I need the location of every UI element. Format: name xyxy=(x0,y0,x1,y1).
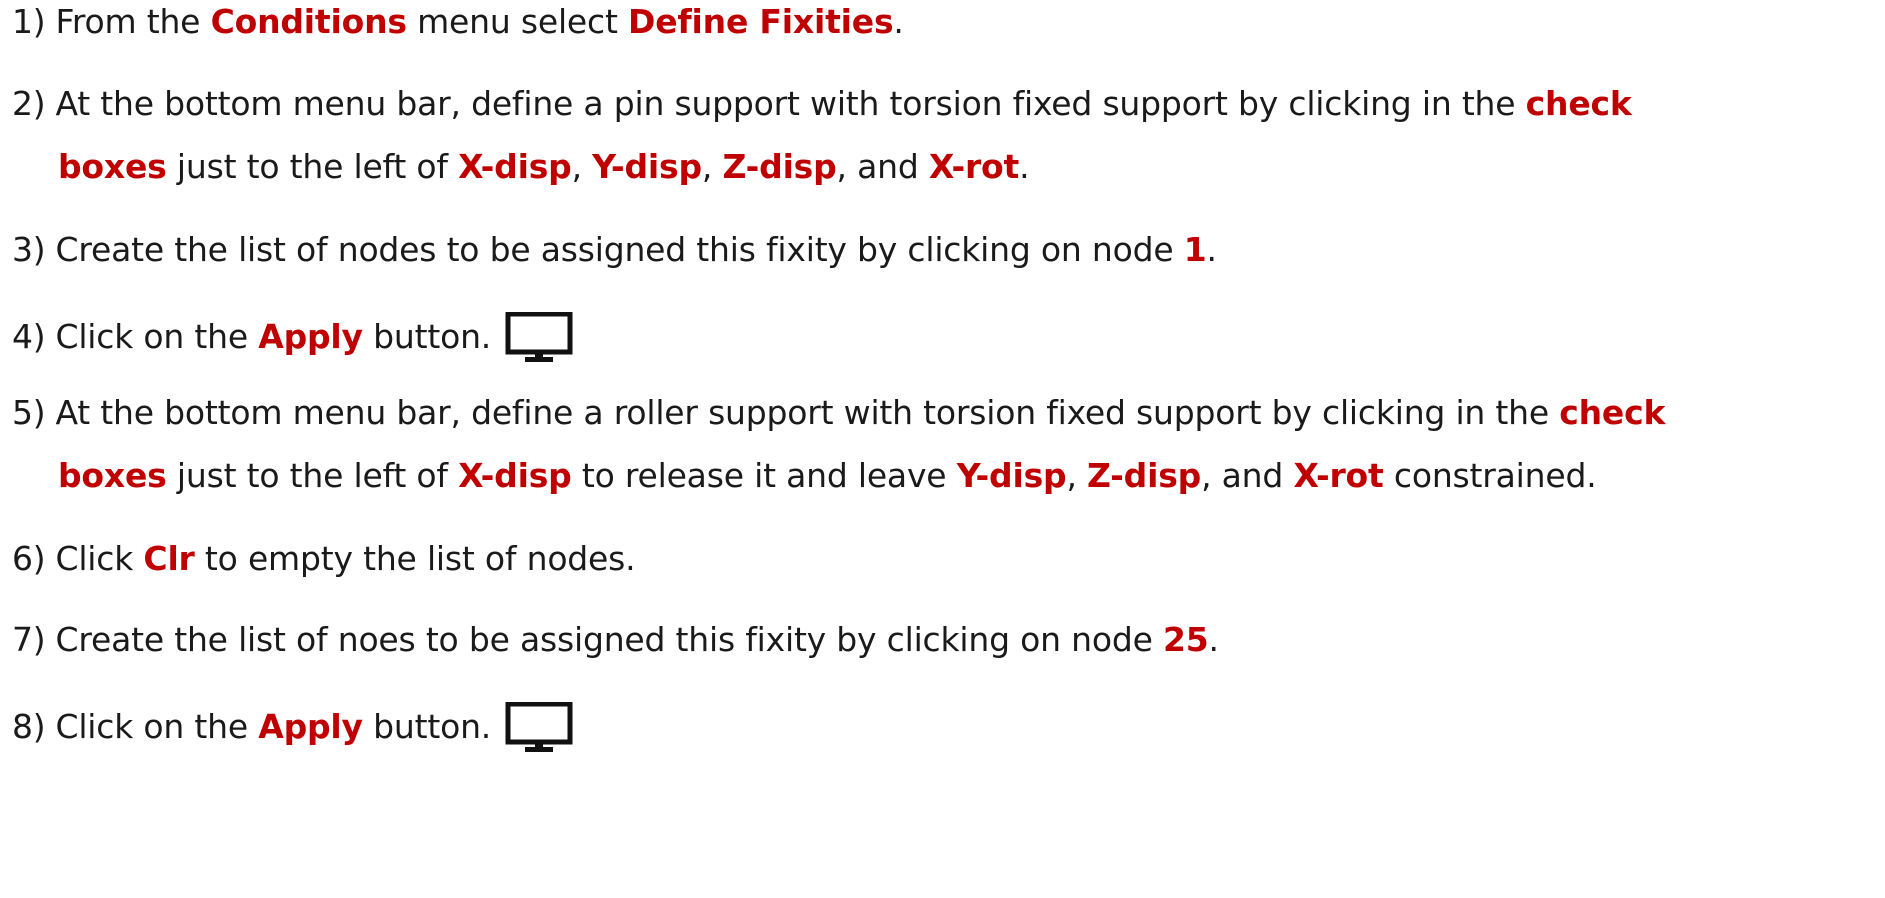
highlighted-term: check xyxy=(1559,393,1666,432)
highlighted-term: X-rot xyxy=(1293,456,1384,495)
instruction-step: 5) At the bottom menu bar, define a rolle… xyxy=(12,393,1665,433)
instruction-text: , and xyxy=(836,147,929,186)
step-number: 3) xyxy=(12,230,46,269)
instruction-text: button. xyxy=(362,317,492,356)
highlighted-term: X-disp xyxy=(458,456,572,495)
highlighted-term: boxes xyxy=(58,147,167,186)
instruction-text: Create the list of nodes to be assigned … xyxy=(55,230,1184,269)
instruction-step: 6) Click Clr to empty the list of nodes. xyxy=(12,539,636,579)
instruction-step: 3) Create the list of nodes to be assigne… xyxy=(12,230,1217,270)
instruction-text: just to the left of xyxy=(166,456,459,495)
highlighted-term: 1 xyxy=(1183,230,1207,269)
step-number: 4) xyxy=(12,317,46,356)
highlighted-term: Apply xyxy=(258,707,363,746)
highlighted-term: Z-disp xyxy=(1087,456,1202,495)
instruction-text: Click on the xyxy=(55,317,259,356)
instruction-text: Create the list of noes to be assigned t… xyxy=(55,620,1163,659)
instruction-text: At the bottom menu bar, define a pin sup… xyxy=(55,84,1526,123)
highlighted-term: Define Fixities xyxy=(628,2,894,41)
instruction-text: . xyxy=(893,2,904,41)
step-number: 5) xyxy=(12,393,46,432)
highlighted-term: Clr xyxy=(143,539,195,578)
highlighted-term: Apply xyxy=(258,317,363,356)
step-number: 2) xyxy=(12,84,46,123)
instruction-text: Click on the xyxy=(55,707,259,746)
highlighted-term: X-disp xyxy=(458,147,572,186)
instruction-text: menu select xyxy=(406,2,629,41)
monitor-icon xyxy=(505,702,573,752)
highlighted-term: X-rot xyxy=(928,147,1020,186)
instruction-step: 7) Create the list of noes to be assigned… xyxy=(12,620,1219,660)
monitor-icon xyxy=(505,312,573,362)
step-number: 6) xyxy=(12,539,46,578)
instruction-step: 4) Click on the Apply button. xyxy=(12,312,573,362)
highlighted-term: Z-disp xyxy=(722,147,837,186)
instruction-text: to release it and leave xyxy=(571,456,957,495)
instruction-text: . xyxy=(1206,230,1217,269)
instruction-step: 2) At the bottom menu bar, define a pin s… xyxy=(12,84,1632,124)
instruction-text: . xyxy=(1019,147,1030,186)
instruction-text: button. xyxy=(362,707,492,746)
instruction-text: Click xyxy=(55,539,144,578)
instruction-step-continuation: boxes just to the left of X-disp, Y-disp… xyxy=(58,147,1030,187)
instruction-text: . xyxy=(1208,620,1220,659)
instruction-step: 8) Click on the Apply button. xyxy=(12,702,573,752)
instruction-text: From the xyxy=(55,2,211,41)
instruction-step-continuation: boxes just to the left of X-disp to rele… xyxy=(58,456,1597,496)
instruction-text: , xyxy=(701,147,723,186)
highlighted-term: 25 xyxy=(1162,620,1209,659)
instruction-text: , xyxy=(1066,456,1088,495)
highlighted-term: check xyxy=(1525,84,1632,123)
instruction-text: , xyxy=(571,147,593,186)
step-number: 7) xyxy=(12,620,46,659)
highlighted-term: Conditions xyxy=(210,2,407,41)
instruction-text: At the bottom menu bar, define a roller … xyxy=(55,393,1560,432)
instruction-text: to empty the list of nodes. xyxy=(194,539,636,578)
instruction-step: 1) From the Conditions menu select Define… xyxy=(12,2,904,42)
step-number: 8) xyxy=(12,707,46,746)
instruction-text: , and xyxy=(1201,456,1294,495)
instruction-text: just to the left of xyxy=(166,147,459,186)
instruction-list: 1) From the Conditions menu select Define… xyxy=(0,0,1885,898)
highlighted-term: Y-disp xyxy=(956,456,1067,495)
instruction-text: constrained. xyxy=(1383,456,1597,495)
highlighted-term: Y-disp xyxy=(592,147,702,186)
highlighted-term: boxes xyxy=(58,456,167,495)
step-number: 1) xyxy=(12,2,46,41)
